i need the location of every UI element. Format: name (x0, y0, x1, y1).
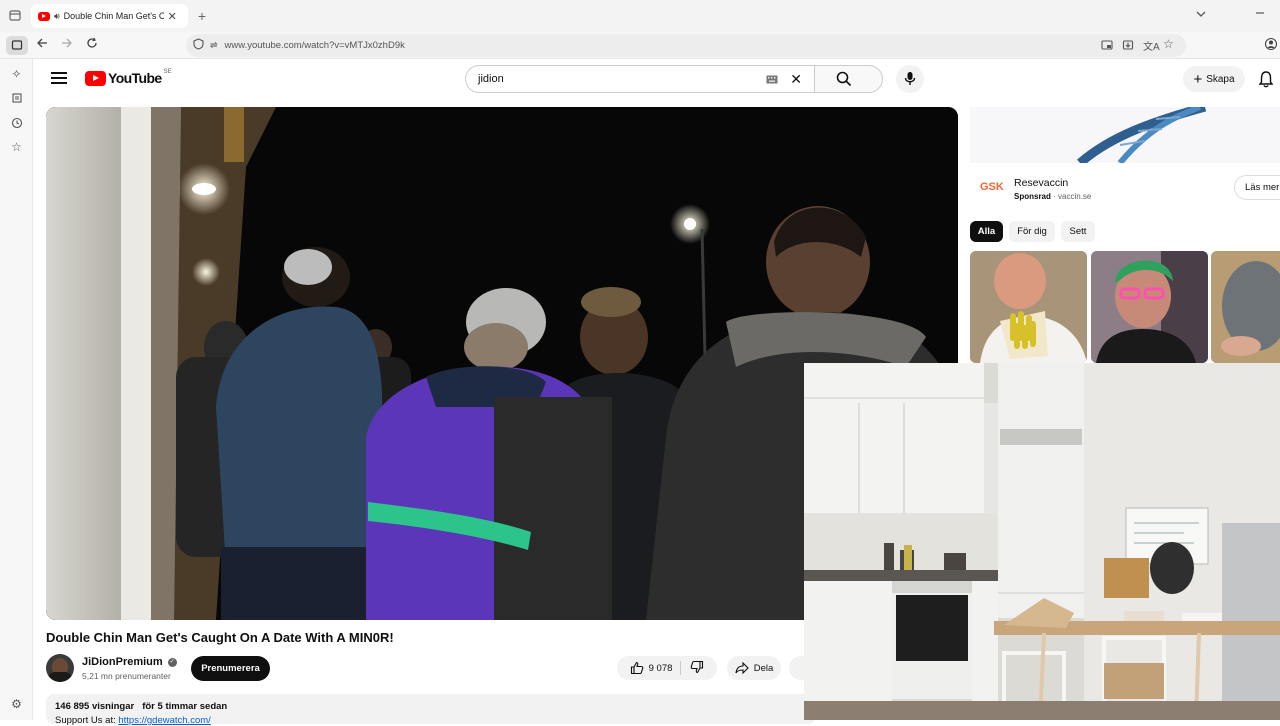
ai-sparkle-icon[interactable]: ✧ (8, 66, 25, 83)
search-icon (836, 71, 852, 87)
hamburger-menu-icon[interactable] (51, 72, 67, 86)
back-icon[interactable] (34, 37, 50, 53)
tab-list-chevron-icon[interactable] (1193, 8, 1209, 24)
tab-close-icon[interactable]: ✕ (168, 10, 177, 23)
verified-badge-icon: ✓ (167, 657, 177, 667)
search-query[interactable]: jidion (478, 73, 504, 85)
sponsored-ad-card[interactable]: GSK Resevaccin Sponsrad · vaccin.se Läs … (970, 107, 1280, 213)
share-arrow-icon (735, 662, 749, 674)
create-label: Skapa (1206, 73, 1235, 85)
search-input[interactable]: jidion ✕ (465, 65, 814, 93)
recommended-video-thumbnail[interactable] (1091, 251, 1208, 363)
browser-side-rail: ✧ ☆ ⚙ (0, 59, 33, 720)
chip-watched[interactable]: Sett (1061, 221, 1095, 242)
new-tab-button[interactable]: + (194, 8, 210, 24)
chip-all[interactable]: Alla (970, 221, 1003, 242)
notifications-bell-icon[interactable] (1258, 70, 1274, 93)
browser-tab-active[interactable]: 🔊︎ Double Chin Man Get's Ca ✕ (31, 4, 188, 28)
thumbs-down-icon (691, 660, 704, 673)
settings-gear-icon[interactable]: ⚙ (8, 696, 25, 713)
video-title: Double Chin Man Get's Caught On A Date W… (46, 630, 394, 645)
recommended-video-thumbnail[interactable] (970, 251, 1087, 363)
collections-icon[interactable] (8, 90, 25, 107)
audio-playing-icon[interactable]: 🔊︎ (54, 11, 60, 22)
webcam-overlay[interactable] (804, 363, 1280, 720)
subscriber-count: 5,21 mn prenumeranter (82, 671, 171, 681)
youtube-logo[interactable]: YouTube SE (85, 69, 172, 86)
share-label: Dela (753, 662, 774, 674)
pip-icon[interactable] (1101, 39, 1113, 54)
bookmark-star-icon[interactable]: ☆ (1163, 37, 1174, 51)
download-page-icon[interactable] (1122, 39, 1134, 54)
ad-domain: vaccin.se (1058, 192, 1092, 201)
address-toolbar: ⇌ www.youtube.com/watch?v=vMTJx0zhD9k 文A… (0, 32, 1280, 59)
webcam-feed (804, 363, 1280, 720)
youtube-favicon-icon (38, 11, 50, 21)
channel-row: JiDionPremium ✓ 5,21 mn prenumeranter Pr… (46, 654, 829, 684)
share-button[interactable]: Dela (727, 656, 781, 680)
tab-overview-icon[interactable] (7, 8, 23, 24)
history-clock-icon[interactable] (8, 115, 25, 132)
tab-bar: 🔊︎ Double Chin Man Get's Ca ✕ + (0, 0, 1280, 32)
favorites-star-icon[interactable]: ☆ (8, 139, 25, 156)
gsk-logo: GSK (980, 181, 1004, 193)
url-text[interactable]: www.youtube.com/watch?v=vMTJx0zhD9k (225, 40, 405, 51)
sidebar-toggle-icon[interactable] (6, 36, 28, 55)
microphone-icon (904, 72, 916, 85)
youtube-play-logo-icon (85, 70, 106, 86)
youtube-header: YouTube SE jidion ✕ + Skapa (34, 60, 1280, 100)
youtube-wordmark: YouTube (108, 70, 162, 86)
reload-icon[interactable] (84, 37, 100, 53)
country-code: SE (163, 69, 172, 75)
chip-for-you[interactable]: För dig (1009, 221, 1055, 242)
dislike-button[interactable] (686, 660, 704, 677)
like-button[interactable]: 9 078 (630, 661, 682, 675)
description-link[interactable]: https://gdewatch.com/ (118, 715, 210, 726)
sponsored-label: Sponsrad (1014, 192, 1051, 201)
ad-title[interactable]: Resevaccin (1014, 177, 1068, 189)
search-button[interactable] (814, 65, 883, 93)
forward-icon[interactable] (59, 37, 75, 53)
profile-icon[interactable] (1263, 37, 1279, 53)
description-text: Support Us at: (55, 715, 119, 726)
like-dislike-group: 9 078 (617, 656, 717, 680)
url-bar[interactable]: ⇌ www.youtube.com/watch?v=vMTJx0zhD9k 文A… (186, 34, 1186, 57)
view-count: 146 895 visningar (55, 701, 135, 712)
tab-title: Double Chin Man Get's Ca (63, 11, 164, 21)
minimize-window-icon[interactable] (1252, 7, 1268, 23)
recommended-video-thumbnail[interactable] (1211, 251, 1280, 363)
channel-avatar[interactable] (46, 654, 74, 682)
ad-banner-image[interactable] (970, 107, 1280, 163)
voice-search-button[interactable] (896, 65, 924, 93)
upload-age: för 5 timmar sedan (142, 701, 228, 712)
page-settings-icon[interactable]: ⇌ (210, 40, 218, 51)
channel-name[interactable]: JiDionPremium (82, 656, 163, 668)
translate-icon[interactable]: 文A (1143, 38, 1160, 53)
like-count: 9 078 (648, 662, 673, 674)
create-button[interactable]: + Skapa (1183, 66, 1245, 92)
subscribe-button[interactable]: Prenumerera (191, 656, 270, 681)
site-info-shield-icon[interactable] (193, 38, 204, 53)
plus-icon: + (1193, 70, 1203, 88)
clear-search-icon[interactable]: ✕ (790, 71, 802, 88)
keyboard-icon[interactable] (766, 75, 778, 87)
ad-cta-button[interactable]: Läs mer (1234, 175, 1280, 200)
thumbs-up-icon (630, 661, 643, 675)
